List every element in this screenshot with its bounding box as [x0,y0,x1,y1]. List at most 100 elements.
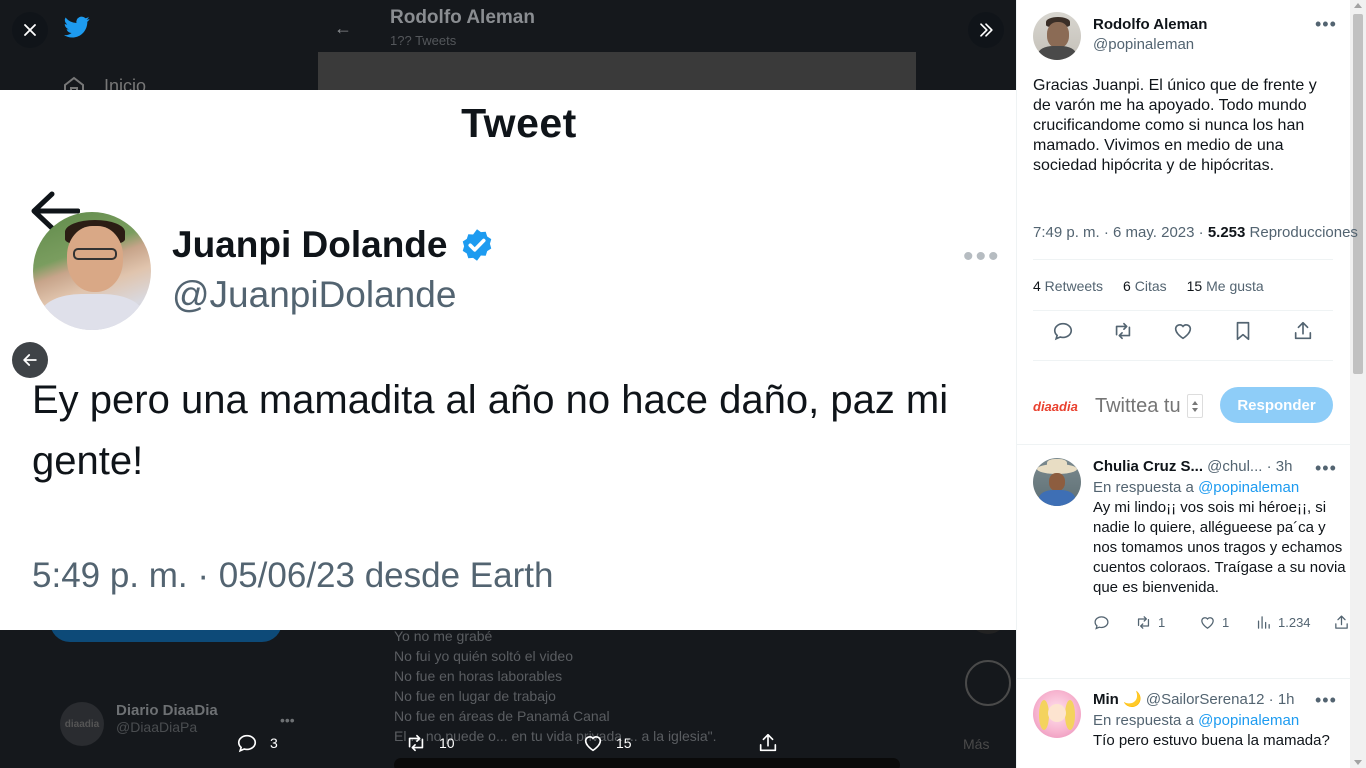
reply-header: Min 🌙 @SailorSerena12 · 1h [1093,690,1353,708]
scroll-down-icon[interactable] [1354,760,1362,765]
divider [1017,444,1351,445]
reply-item[interactable]: Chulia Cruz S... @chul... · 3h En respue… [1033,458,1348,673]
image-avatar [33,212,151,330]
media-reply-count: 3 [270,735,278,751]
reply-author-name[interactable]: Min 🌙 [1093,691,1142,708]
suggested-account-handle: @DiaaDiaPa [116,719,198,735]
retweet-icon [408,734,424,752]
tweet-views-count: 5.253 [1207,224,1246,241]
close-icon [24,24,36,36]
heart-icon[interactable] [1172,320,1194,342]
retweets-stat[interactable]: 4 Retweets [1033,278,1103,294]
reply-author-name[interactable]: Chulia Cruz S... [1093,458,1203,475]
share-icon[interactable] [1333,614,1350,631]
reply-mention-link[interactable]: @popinaleman [1198,479,1299,496]
back-arrow-icon[interactable]: ← [334,18,352,39]
reply-button[interactable]: Responder [1220,387,1333,423]
divider [1033,360,1333,361]
background-tweet-text: Yo no me grabé No fui yo quién soltó el … [394,628,717,744]
image-more-icon: ••• [963,240,1001,273]
tweet-detail-panel: Rodolfo Aleman @popinaleman ••• Gracias … [1016,0,1366,768]
tweet-time[interactable]: 7:49 p. m. · 6 may. 2023 · [1033,224,1208,241]
reply-actions: 1 1 1.234 [1093,614,1353,631]
author-name[interactable]: Rodolfo Aleman [1093,16,1207,33]
avatar[interactable] [1033,458,1081,506]
divider [1033,259,1333,260]
reply-item[interactable]: Min 🌙 @SailorSerena12 · 1h En respuesta … [1033,690,1333,768]
collapse-panel-button[interactable] [968,12,1004,48]
suggested-account-avatar: diaadia [60,702,104,746]
arrow-left-icon [23,354,37,366]
quotes-stat[interactable]: 6 Citas [1123,278,1167,294]
media-retweet-count: 10 [439,735,455,751]
reply-context: En respuesta a @popinaleman [1093,479,1300,496]
tweet-stats: 4 Retweets 6 Citas 15 Me gusta [1033,278,1264,294]
reply-mention-link[interactable]: @popinaleman [1198,712,1299,729]
author-handle[interactable]: @popinaleman [1093,36,1207,53]
media-reply-button[interactable]: 3 [236,732,278,754]
reply-icon[interactable] [1052,320,1074,342]
reply-views-button[interactable]: 1.234 [1255,614,1333,631]
image-author: Juanpi Dolande [172,224,495,266]
reply-author-handle[interactable]: @SailorSerena12 [1142,691,1265,708]
heart-icon [584,736,602,752]
media-retweet-button[interactable]: 10 [405,732,455,754]
profile-name: Rodolfo Aleman [390,7,535,28]
image-author-name: Juanpi Dolande [172,224,448,265]
scrollbar[interactable] [1350,0,1366,768]
reply-composer: diaadia Responder [1033,386,1333,426]
more-options-icon[interactable]: ••• [1315,14,1337,35]
media-share-button[interactable] [757,732,779,754]
reply-icon [237,734,257,753]
tweet-actions [1033,320,1333,342]
scrollbar-thumb[interactable] [1353,14,1363,374]
tweet-meta: 7:49 p. m. · 6 may. 2023 · 5.253 Reprodu… [1033,224,1358,241]
background-avatar [965,660,1011,706]
media-like-count: 15 [616,735,632,751]
twitter-logo-icon[interactable] [62,14,92,40]
likes-stat[interactable]: 15 Me gusta [1187,278,1264,294]
reply-input[interactable] [1095,394,1185,418]
composer-avatar[interactable]: diaadia [1033,399,1083,414]
suggested-account[interactable]: diaadia Diario DiaaDia @DiaaDiaPa [60,702,218,746]
reply-time[interactable]: · 1h [1264,691,1295,708]
bookmark-icon[interactable] [1232,320,1254,342]
reply-text: Ay mi lindo¡¡ vos sois mi héroe¡¡, si na… [1093,499,1346,596]
share-icon [759,733,777,752]
share-icon[interactable] [1292,320,1314,342]
tweet-text: Gracias Juanpi. El único que de frente y… [1033,77,1317,174]
media-like-button[interactable]: 15 [582,732,632,754]
reply-time[interactable]: · 3h [1262,458,1293,475]
scroll-up-icon[interactable] [1354,3,1362,8]
more-options-icon[interactable]: ••• [1315,690,1337,711]
avatar[interactable] [1033,12,1081,60]
divider [1033,310,1333,311]
reply-retweet-count: 1 [1158,615,1166,630]
reply-retweet-button[interactable]: 1 [1135,614,1199,631]
reply-header: Chulia Cruz S... @chul... · 3h [1093,458,1353,475]
reply-icon [1094,616,1109,630]
reply-like-button[interactable]: 1 [1199,614,1255,631]
reply-views-count: 1.234 [1278,615,1311,630]
avatar[interactable] [1033,690,1081,738]
profile-banner [318,52,916,92]
more-label[interactable]: Más [963,736,989,752]
tweet-views-label: Reproducciones [1245,224,1358,241]
verified-badge-icon [463,229,492,261]
retweet-icon[interactable] [1112,320,1134,342]
profile-tweet-count: 1?? Tweets [390,33,457,48]
heart-icon [1201,617,1214,629]
tweet-author[interactable]: Rodolfo Aleman @popinaleman [1033,12,1207,60]
previous-media-button[interactable] [12,342,48,378]
reply-context: En respuesta a @popinaleman [1093,712,1300,729]
input-spinner[interactable] [1187,394,1203,418]
image-tweet-text: Ey pero una mamadita al año no hace daño… [32,378,949,483]
suggested-account-name: Diario DiaaDia [116,702,218,719]
double-chevron-right-icon [980,23,993,37]
reply-author-handle[interactable]: @chul... [1203,458,1262,475]
more-options-icon[interactable]: ••• [1315,458,1337,479]
reply-reply-button[interactable] [1093,614,1135,631]
close-button[interactable] [12,12,48,48]
more-options-icon[interactable]: ••• [280,712,295,728]
reply-like-count: 1 [1222,615,1230,630]
